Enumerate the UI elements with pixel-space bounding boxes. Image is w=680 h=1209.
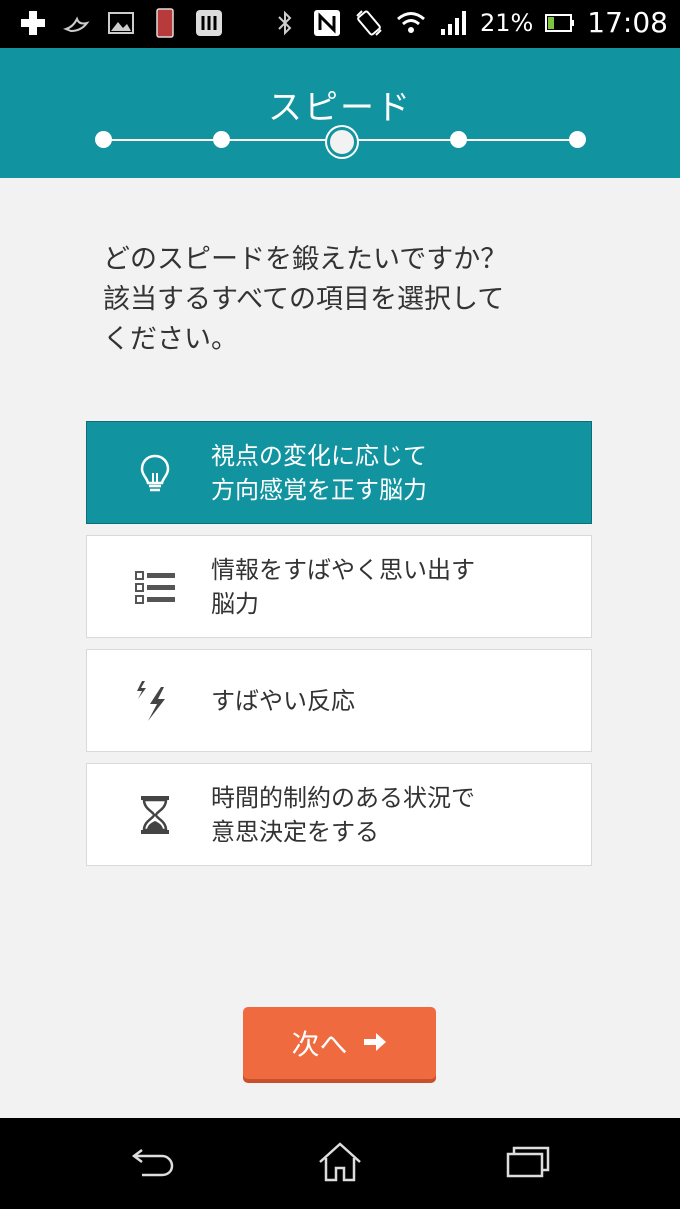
status-bar: 21% 17:08 — [0, 0, 680, 48]
add-icon — [18, 8, 48, 38]
question-text: どのスピードを鍛えたいですか？ 該当するすべての項目を選択して ください。 — [103, 244, 508, 355]
option-quick-recall[interactable]: 情報をすばやく思い出す 脳力 — [86, 535, 592, 638]
option-label: すばやい反応 — [211, 686, 355, 715]
progress-stepper — [95, 127, 586, 157]
step-dot — [95, 131, 112, 148]
option-label: 時間的制約のある状況で 意思決定をする — [211, 783, 475, 846]
signal-icon — [438, 8, 468, 38]
page-title: スピード — [268, 88, 412, 128]
back-icon — [128, 1144, 176, 1184]
navigation-bar — [0, 1118, 680, 1209]
bluetooth-icon — [270, 8, 300, 38]
header: スピード — [0, 48, 680, 178]
home-icon — [316, 1140, 364, 1188]
battery-icon — [545, 8, 575, 38]
option-perspective-orientation[interactable]: 視点の変化に応じて 方向感覚を正す脳力 — [86, 421, 592, 524]
home-button[interactable] — [312, 1140, 368, 1188]
hourglass-icon — [133, 793, 177, 837]
step-dot — [450, 131, 467, 148]
nfc-icon — [312, 8, 342, 38]
lightbulb-icon — [133, 451, 177, 495]
arrow-right-icon — [362, 1027, 388, 1060]
step-dot-current — [327, 127, 357, 157]
recents-button[interactable] — [500, 1140, 556, 1188]
option-time-pressure-decision[interactable]: 時間的制約のある状況で 意思決定をする — [86, 763, 592, 866]
bird-icon — [62, 8, 92, 38]
image-icon — [106, 8, 136, 38]
app-icon — [194, 8, 224, 38]
option-label: 視点の変化に応じて 方向感覚を正す脳力 — [211, 441, 427, 504]
wifi-icon — [396, 8, 426, 38]
step-dot — [569, 131, 586, 148]
phone-icon — [150, 8, 180, 38]
step-dot — [213, 131, 230, 148]
clock: 17:08 — [587, 6, 668, 39]
battery-percent: 21% — [479, 8, 534, 37]
list-icon — [133, 565, 177, 609]
lightning-icon — [133, 679, 177, 723]
option-quick-reaction[interactable]: すばやい反応 — [86, 649, 592, 752]
recents-icon — [504, 1144, 552, 1184]
option-label: 情報をすばやく思い出す 脳力 — [211, 555, 475, 618]
next-button[interactable]: 次へ — [243, 1007, 436, 1079]
rotate-icon — [354, 8, 384, 38]
next-button-label: 次へ — [291, 1028, 348, 1061]
back-button[interactable] — [124, 1140, 180, 1188]
